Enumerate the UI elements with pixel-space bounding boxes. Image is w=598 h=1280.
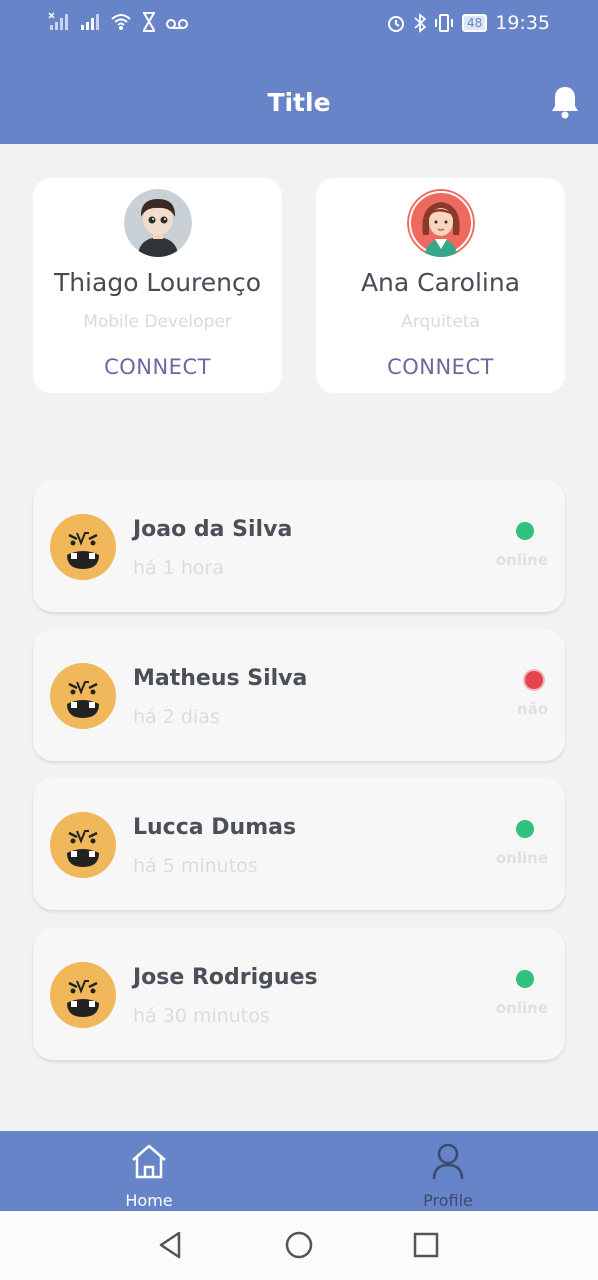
status-label: não (516, 700, 548, 718)
contact-name: Lucca Dumas (133, 815, 297, 840)
hourglass-icon (143, 12, 155, 32)
connect-button[interactable]: CONNECT (33, 355, 282, 379)
list-item[interactable]: Joao da Silva há 1 hora online (33, 480, 565, 612)
contact-name: Joao da Silva (133, 517, 293, 542)
status-label: online (495, 551, 548, 569)
online-indicator (516, 820, 534, 838)
monster-face-icon (50, 663, 116, 729)
voicemail-icon (166, 19, 188, 29)
system-navigation-bar (0, 1211, 598, 1280)
tab-home-label: Home (125, 1191, 173, 1210)
battery-icon: 48 (461, 14, 488, 32)
monster-face-icon (50, 812, 116, 878)
status-label: online (495, 999, 548, 1017)
profile-card: Ana Carolina Arquiteta CONNECT (316, 178, 565, 393)
monster-face-icon (50, 962, 116, 1028)
user-icon (432, 1143, 464, 1180)
contact-last-seen: há 30 minutos (133, 1005, 270, 1027)
bluetooth-icon (414, 13, 426, 33)
offline-indicator (525, 671, 543, 689)
back-icon[interactable] (155, 1229, 187, 1261)
status-right-icons: 48 19:35 (386, 12, 550, 34)
home-circle-icon[interactable] (283, 1229, 315, 1261)
vibrate-icon (434, 14, 453, 32)
recents-icon[interactable] (410, 1229, 442, 1261)
alarm-icon (387, 16, 404, 32)
page-title: Title (267, 88, 331, 117)
status-bar: 48 19:35 (0, 0, 598, 46)
connect-button[interactable]: CONNECT (316, 355, 565, 379)
contact-name: Matheus Silva (133, 666, 308, 691)
home-icon (132, 1144, 166, 1179)
list-item[interactable]: Lucca Dumas há 5 minutos online (33, 778, 565, 910)
profile-card: Thiago Lourenço Mobile Developer CONNECT (33, 178, 282, 393)
contact-last-seen: há 5 minutos (133, 855, 258, 877)
signal-icon (81, 14, 99, 30)
profile-name: Ana Carolina (360, 268, 521, 297)
status-left-icons (48, 12, 188, 32)
contact-name: Jose Rodrigues (133, 965, 318, 990)
clock: 19:35 (495, 12, 550, 34)
tab-home[interactable]: Home (89, 1131, 209, 1211)
list-item[interactable]: Jose Rodrigues há 30 minutos online (33, 928, 565, 1060)
avatar (124, 189, 192, 257)
bell-icon[interactable] (550, 84, 580, 120)
profile-role: Arquiteta (401, 312, 480, 332)
online-indicator (516, 522, 534, 540)
contact-last-seen: há 1 hora (133, 557, 224, 579)
avatar (407, 189, 475, 257)
status-label: online (495, 849, 548, 867)
online-indicator (516, 970, 534, 988)
no-signal-icon (48, 12, 68, 30)
contact-last-seen: há 2 dias (133, 706, 220, 728)
profile-role: Mobile Developer (83, 312, 232, 332)
list-item[interactable]: Matheus Silva há 2 dias não (33, 629, 565, 761)
tab-profile-label: Profile (423, 1191, 473, 1210)
bottom-navigation: Home Profile (0, 1131, 598, 1211)
app-bar: Title (0, 46, 598, 144)
tab-profile[interactable]: Profile (388, 1131, 508, 1211)
profile-name: Thiago Lourenço (53, 268, 262, 297)
wifi-icon (111, 14, 131, 30)
monster-face-icon (50, 514, 116, 580)
